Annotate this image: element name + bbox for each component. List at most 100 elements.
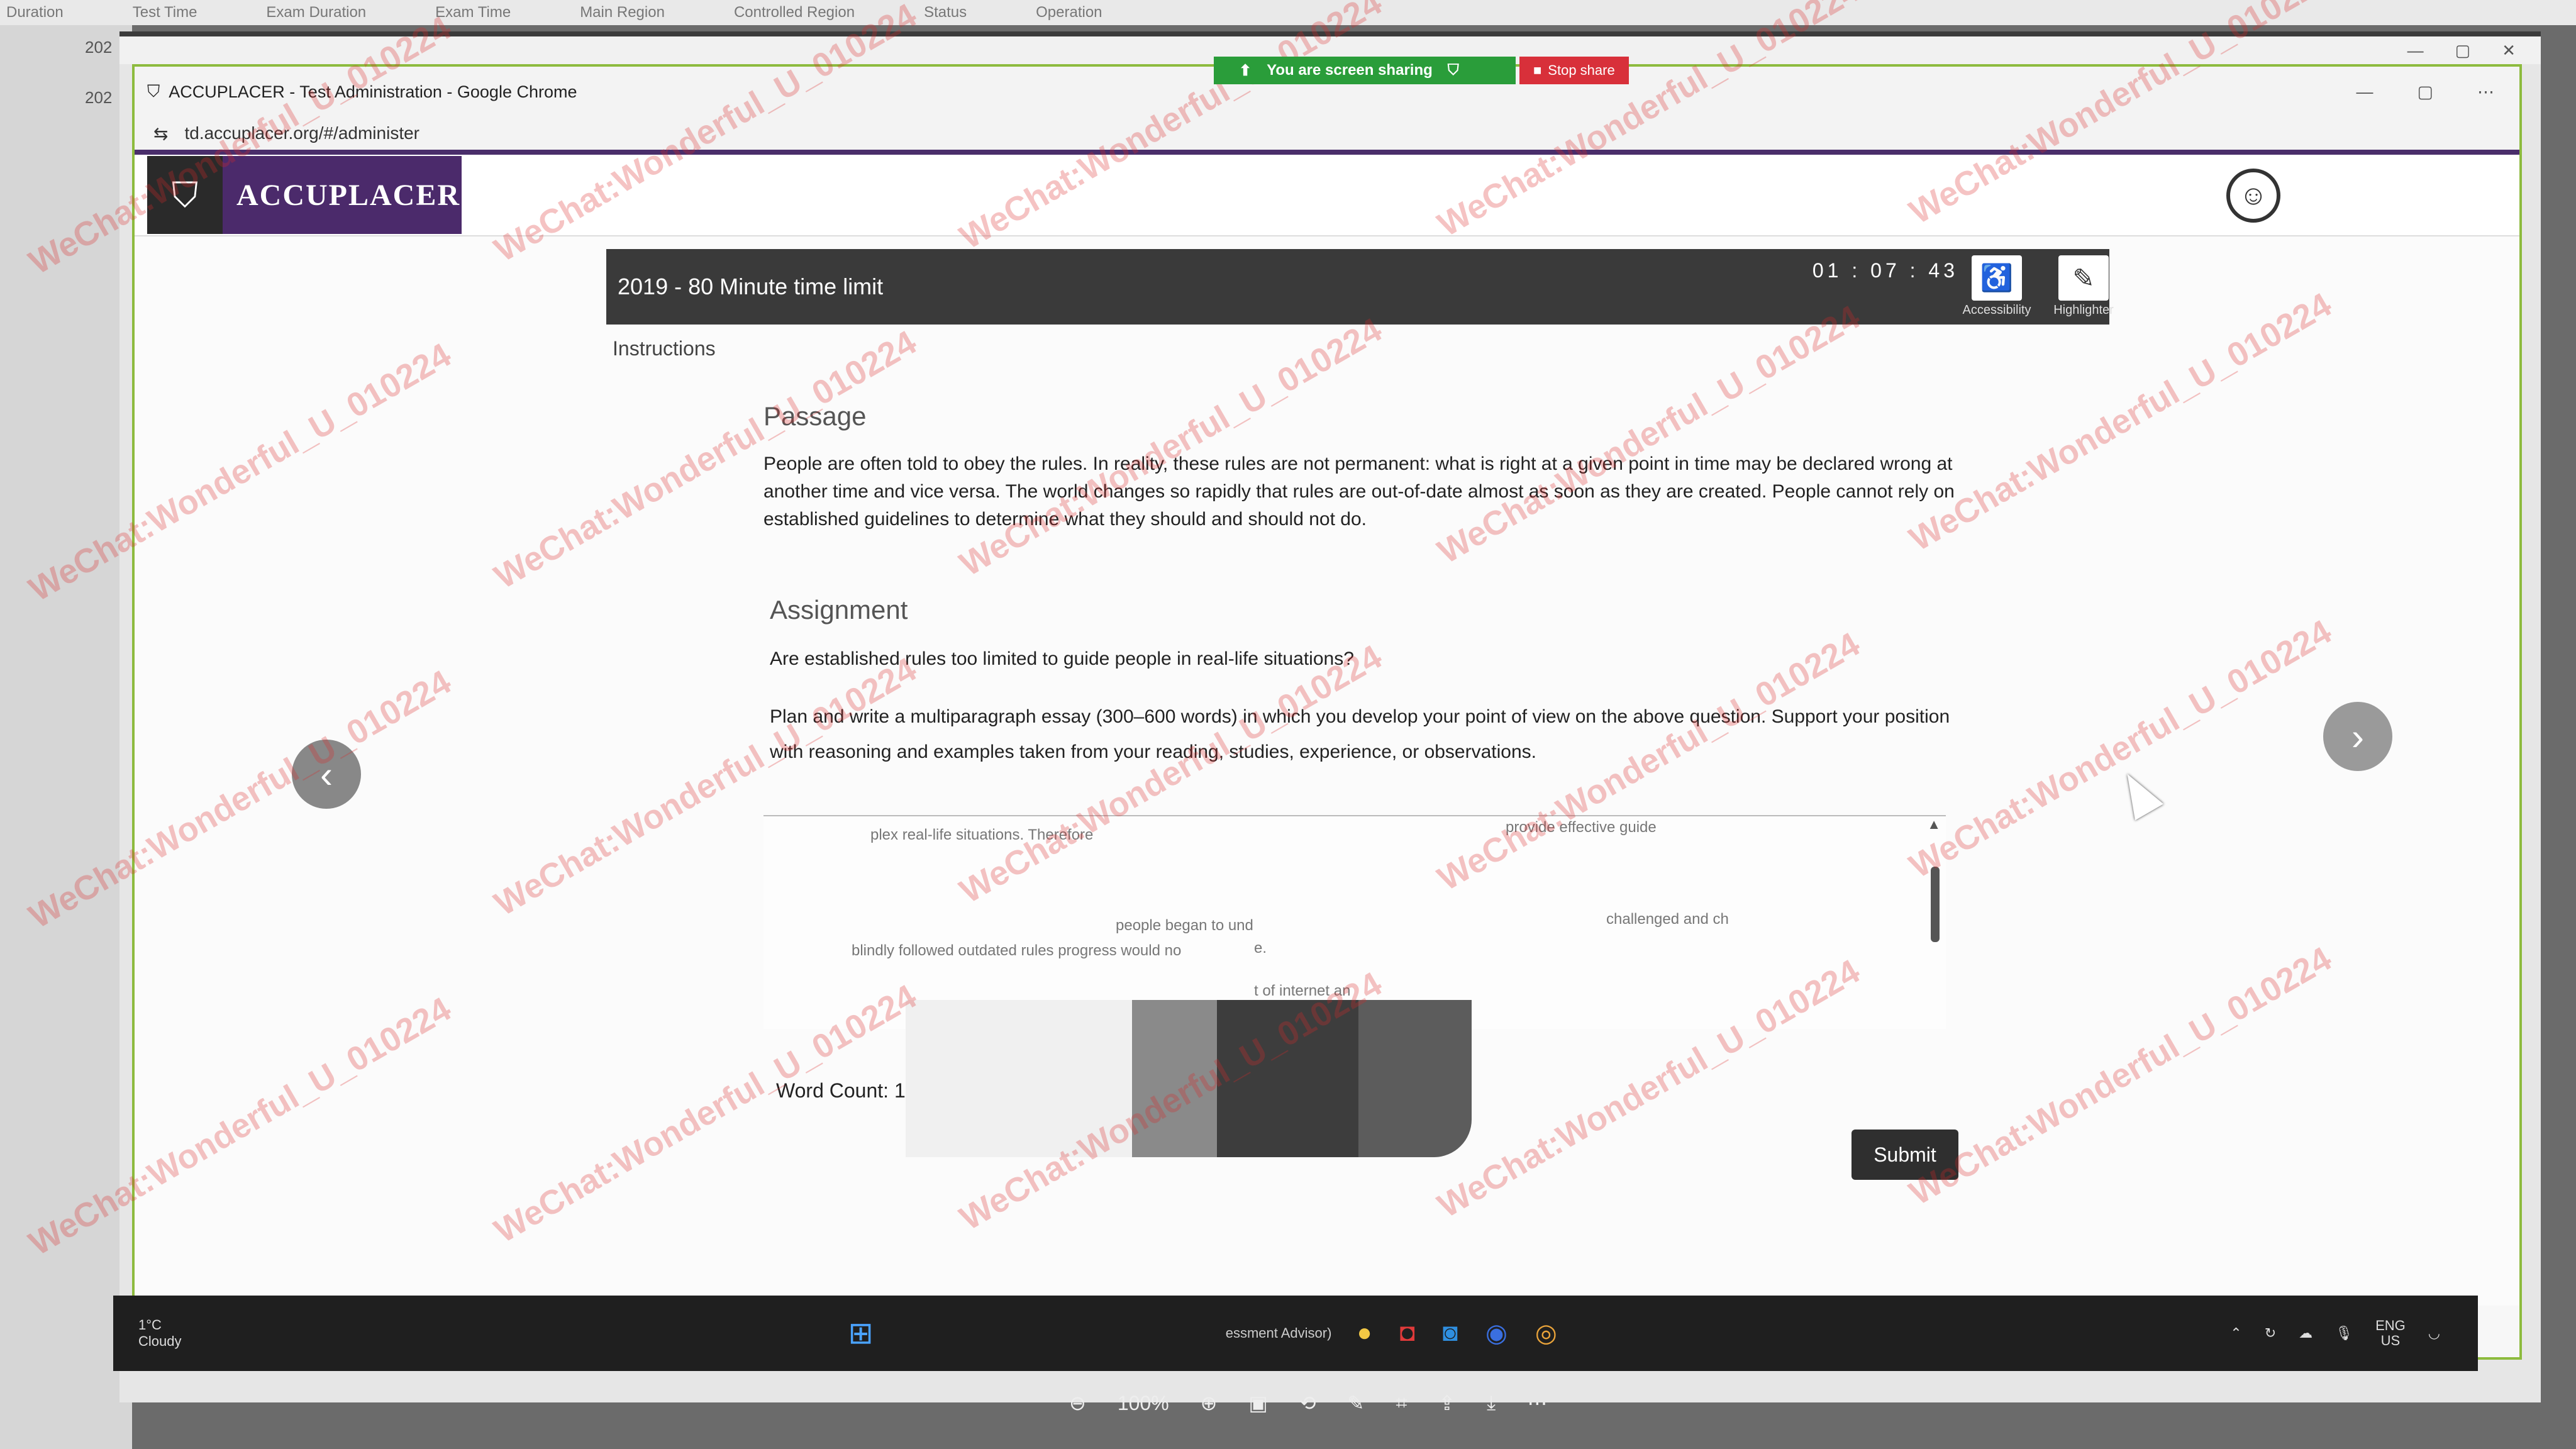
highlighter-label: Highlighter bbox=[2053, 303, 2114, 317]
more-options-icon[interactable]: ⋯ bbox=[1527, 1391, 1547, 1415]
screen-share-status: ⬆ You are screen sharing ⛉ bbox=[1214, 57, 1516, 84]
essay-text-fragment: provide effective guide bbox=[1506, 819, 1657, 836]
row-value: 202 bbox=[85, 88, 113, 107]
rotate-icon[interactable]: ⟲ bbox=[1299, 1391, 1316, 1415]
browser-title: ACCUPLACER - Test Administration - Googl… bbox=[169, 82, 577, 101]
zoom-in-icon[interactable]: ⊕ bbox=[1201, 1391, 1218, 1415]
region: US bbox=[2380, 1333, 2401, 1348]
accessibility-icon: ♿ bbox=[1972, 255, 2022, 301]
test-header-bar: 2019 - 80 Minute time limit 01 : 07 : 43… bbox=[606, 249, 2114, 325]
image-viewer-toolbar: ⊖ 100% ⊕ ▣ ⟲ ✎ ⌗ ⇪ ⤓ ⋯ bbox=[1069, 1381, 1685, 1425]
passage-heading: Passage bbox=[763, 401, 867, 431]
obscured-overlay bbox=[906, 1000, 1472, 1157]
essay-text-fragment: blindly followed outdated rules progress… bbox=[852, 942, 1182, 959]
zoom-out-icon[interactable]: ⊖ bbox=[1069, 1391, 1086, 1415]
tab-favicon-icon: ⛉ bbox=[147, 82, 160, 101]
language-indicator[interactable]: ENG US bbox=[2375, 1318, 2406, 1348]
system-tray: ⌃ ↻ ☁ 🎙 ENG US ◡ bbox=[2230, 1318, 2440, 1348]
share-icon[interactable]: ⇪ bbox=[1438, 1391, 1455, 1415]
windows-taskbar: 1°C Cloudy ⊞ essment Advisor) ● ◘ ◙ ◉ ◎ … bbox=[113, 1296, 2478, 1371]
sync-icon[interactable]: ↻ bbox=[2265, 1325, 2276, 1341]
address-bar[interactable]: ⇆ td.accuplacer.org/#/administer bbox=[135, 117, 2519, 155]
stop-share-button[interactable]: ■ Stop share bbox=[1519, 57, 1629, 84]
column-exam-time: Exam Time bbox=[435, 4, 511, 21]
test-title: 2019 - 80 Minute time limit bbox=[618, 274, 884, 299]
restore-icon[interactable]: ▢ bbox=[2417, 82, 2433, 102]
temperature: 1°C bbox=[138, 1317, 162, 1333]
minimize-icon[interactable]: — bbox=[2356, 82, 2373, 102]
wifi-icon[interactable]: ◡ bbox=[2428, 1325, 2440, 1341]
stop-share-label: Stop share bbox=[1548, 62, 1615, 78]
column-operation: Operation bbox=[1036, 4, 1102, 21]
chrome-icon[interactable]: ◎ bbox=[1535, 1319, 1557, 1348]
taskbar-apps: ● ◘ ◙ ◉ ◎ bbox=[1357, 1319, 1557, 1348]
column-status: Status bbox=[924, 4, 967, 21]
screen-share-bar: ⬆ You are screen sharing ⛉ ■ Stop share bbox=[1214, 57, 1629, 84]
submit-button[interactable]: Submit bbox=[1852, 1130, 1958, 1180]
tray-expand-icon[interactable]: ⌃ bbox=[2230, 1325, 2241, 1341]
user-account-icon[interactable]: ☺ bbox=[2226, 169, 2280, 223]
screen-share-text: You are screen sharing bbox=[1267, 62, 1433, 79]
microphone-icon[interactable]: 🎙 bbox=[2335, 1325, 2353, 1341]
windows-start-icon[interactable]: ⊞ bbox=[848, 1316, 873, 1351]
assignment-prompt: Plan and write a multiparagraph essay (3… bbox=[770, 706, 1950, 762]
maximize-icon[interactable]: ▢ bbox=[2455, 41, 2471, 60]
brand-name: ACCUPLACER bbox=[223, 156, 462, 234]
previous-arrow-icon[interactable]: ‹ bbox=[292, 740, 361, 809]
accessibility-label: Accessibility bbox=[1962, 303, 2031, 317]
column-main-region: Main Region bbox=[580, 4, 665, 21]
highlighter-button[interactable]: ✎ Highlighter bbox=[2049, 255, 2118, 318]
instructions-link[interactable]: Instructions bbox=[613, 337, 716, 360]
site-settings-icon[interactable]: ⇆ bbox=[153, 123, 168, 144]
fit-screen-icon[interactable]: ▣ bbox=[1248, 1391, 1267, 1415]
browser-window-controls: — ▢ ⋯ bbox=[2356, 82, 2519, 102]
college-board-shield-icon: ⛉ bbox=[147, 156, 223, 234]
column-exam-duration: Exam Duration bbox=[266, 4, 367, 21]
close-icon[interactable]: ✕ bbox=[2502, 41, 2516, 60]
zoom-icon[interactable]: ◉ bbox=[1485, 1319, 1507, 1348]
essay-text-fragment: challenged and ch bbox=[1606, 911, 1729, 928]
sharing-icon: ⬆ bbox=[1239, 62, 1252, 79]
countdown-timer: 01 : 07 : 43 bbox=[1812, 259, 1958, 282]
row-value: 202 bbox=[85, 38, 113, 57]
language: ENG bbox=[2375, 1318, 2406, 1333]
essay-text-fragment: e. bbox=[1254, 940, 1267, 957]
browser-window: ⛉ ACCUPLACER - Test Administration - Goo… bbox=[132, 64, 2522, 1360]
ocr-icon[interactable]: ⌗ bbox=[1396, 1391, 1407, 1415]
scroll-up-icon[interactable]: ▲ bbox=[1927, 816, 1941, 833]
passage-text: People are often told to obey the rules.… bbox=[763, 453, 1955, 530]
background-table-header: Duration Test Time Exam Duration Exam Ti… bbox=[0, 0, 2576, 25]
column-controlled-region: Controlled Region bbox=[733, 4, 855, 21]
download-icon[interactable]: ⤓ bbox=[1487, 1391, 1496, 1415]
monitor-screen: — ▢ ✕ ⬆ You are screen sharing ⛉ ■ Stop … bbox=[119, 31, 2541, 1402]
next-arrow-icon[interactable]: › bbox=[2323, 702, 2392, 771]
highlighter-icon: ✎ bbox=[2058, 255, 2109, 301]
zoom-level: 100% bbox=[1117, 1391, 1169, 1414]
outlook-icon[interactable]: ◙ bbox=[1443, 1319, 1458, 1348]
security-app-icon[interactable]: ◘ bbox=[1400, 1319, 1415, 1348]
cloud-icon[interactable]: ☁ bbox=[2299, 1325, 2312, 1341]
weather-condition: Cloudy bbox=[138, 1333, 182, 1349]
mouse-cursor-icon bbox=[2112, 765, 2164, 821]
background-table-column: 202 202 bbox=[0, 25, 132, 1449]
accuplacer-logo: ⛉ ACCUPLACER bbox=[147, 156, 462, 234]
essay-textarea[interactable]: plex real-life situations. Therefore pro… bbox=[763, 815, 1946, 1029]
edit-icon[interactable]: ✎ bbox=[1348, 1391, 1365, 1415]
assignment-heading: Assignment bbox=[770, 595, 908, 625]
essay-text-fragment: t of internet an bbox=[1254, 982, 1351, 999]
app-header: ⛉ ACCUPLACER ☺ bbox=[135, 155, 2519, 236]
weather-widget[interactable]: 1°C Cloudy bbox=[138, 1317, 181, 1350]
stop-icon: ■ bbox=[1533, 62, 1542, 78]
essay-text-fragment: people began to und bbox=[1116, 917, 1253, 934]
file-explorer-icon[interactable]: ● bbox=[1357, 1319, 1372, 1348]
shield-icon: ⛉ bbox=[1447, 62, 1459, 79]
assignment-question: Are established rules too limited to gui… bbox=[770, 648, 1354, 669]
taskbar-app-label[interactable]: essment Advisor) bbox=[1226, 1325, 1332, 1341]
column-duration: Duration bbox=[6, 4, 64, 21]
url-text[interactable]: td.accuplacer.org/#/administer bbox=[184, 123, 419, 143]
minimize-icon[interactable]: — bbox=[2407, 41, 2424, 60]
more-icon[interactable]: ⋯ bbox=[2477, 82, 2494, 102]
essay-scrollbar[interactable] bbox=[1931, 867, 1940, 942]
accessibility-button[interactable]: ♿ Accessibility bbox=[1962, 255, 2031, 318]
column-test-time: Test Time bbox=[132, 4, 197, 21]
